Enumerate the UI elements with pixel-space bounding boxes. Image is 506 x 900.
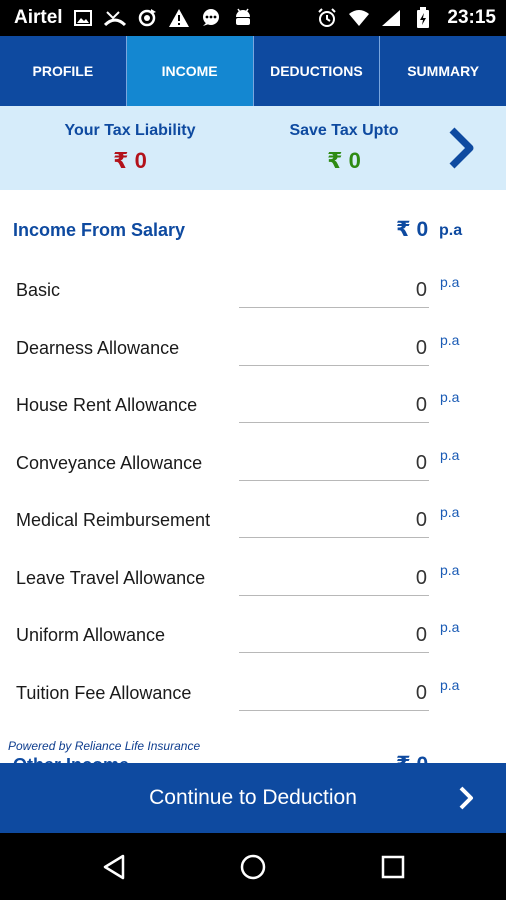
tab-income[interactable]: INCOME — [126, 36, 254, 106]
row-unit: p.a — [440, 562, 460, 578]
chevron-right-icon — [458, 786, 474, 810]
row-unit: p.a — [440, 389, 460, 405]
row-label: Uniform Allowance — [16, 625, 166, 645]
tuition-fee-allowance-input[interactable] — [239, 677, 429, 711]
row-label: House Rent Allowance — [16, 395, 198, 415]
signal-icon — [379, 6, 403, 30]
dearness-allowance-input[interactable] — [239, 332, 429, 366]
chat-icon — [199, 6, 223, 30]
recents-icon[interactable] — [377, 851, 409, 883]
missed-call-icon — [103, 6, 127, 30]
tax-summary-panel: Your Tax Liability ₹ 0 Save Tax Upto ₹ 0 — [0, 106, 506, 190]
save-tax: Save Tax Upto ₹ 0 — [256, 122, 432, 174]
row-label: Medical Reimbursement — [16, 510, 211, 530]
row-unit: p.a — [440, 447, 460, 463]
sync-icon — [135, 6, 159, 30]
tab-profile[interactable]: PROFILE — [0, 36, 127, 106]
tab-summary[interactable]: SUMMARY — [380, 36, 506, 106]
tax-liability-label: Your Tax Liability — [64, 122, 196, 139]
row-label: Conveyance Allowance — [16, 453, 203, 473]
row-unit: p.a — [440, 619, 460, 635]
income-row-lta: Leave Travel Allowance p.a — [0, 558, 506, 604]
tab-deductions[interactable]: DEDUCTIONS — [253, 36, 381, 106]
leave-travel-allowance-input[interactable] — [239, 562, 429, 596]
carrier-name: Airtel — [14, 7, 63, 28]
income-row-conveyance: Conveyance Allowance p.a — [0, 443, 506, 489]
tax-liability-value: ₹ 0 — [113, 148, 147, 173]
continue-button-label: Continue to Deduction — [149, 786, 357, 809]
row-label: Tuition Fee Allowance — [16, 683, 192, 703]
income-row-dearness: Dearness Allowance p.a — [0, 328, 506, 374]
continue-to-deduction-button[interactable]: Continue to Deduction — [0, 763, 506, 833]
wifi-icon — [347, 6, 371, 30]
basic-input[interactable] — [239, 274, 429, 308]
house-rent-allowance-input[interactable] — [239, 389, 429, 423]
powered-by-text: Powered by Reliance Life Insurance — [8, 739, 201, 753]
back-icon[interactable] — [98, 851, 130, 883]
android-icon — [231, 6, 255, 30]
clock: 23:15 — [447, 7, 496, 28]
row-unit: p.a — [440, 274, 460, 290]
save-tax-label: Save Tax Upto — [289, 122, 399, 139]
tax-liability: Your Tax Liability ₹ 0 — [40, 122, 220, 174]
row-label: Basic — [16, 280, 61, 300]
image-icon — [71, 6, 95, 30]
income-row-hra: House Rent Allowance p.a — [0, 385, 506, 431]
income-row-basic: Basic p.a — [0, 270, 506, 316]
uniform-allowance-input[interactable] — [239, 619, 429, 653]
navigation-bar — [0, 833, 506, 900]
salary-section-header: Income From Salary ₹ 0 p.a — [0, 212, 506, 252]
income-row-tuition: Tuition Fee Allowance p.a — [0, 673, 506, 719]
warning-icon — [167, 6, 191, 30]
salary-unit: p.a — [439, 222, 463, 239]
medical-reimbursement-input[interactable] — [239, 504, 429, 538]
income-row-uniform: Uniform Allowance p.a — [0, 615, 506, 661]
row-label: Leave Travel Allowance — [16, 568, 206, 588]
save-tax-value: ₹ 0 — [327, 148, 361, 173]
battery-icon — [411, 6, 435, 30]
chevron-right-icon[interactable] — [446, 126, 476, 170]
row-label: Dearness Allowance — [16, 338, 180, 358]
income-row-medical: Medical Reimbursement p.a — [0, 500, 506, 546]
row-unit: p.a — [440, 332, 460, 348]
salary-total: ₹ 0 — [396, 218, 429, 241]
status-bar: Airtel 23:15 — [0, 0, 506, 36]
home-icon[interactable] — [237, 851, 269, 883]
row-unit: p.a — [440, 677, 460, 693]
row-unit: p.a — [440, 504, 460, 520]
salary-title: Income From Salary — [13, 220, 186, 240]
alarm-icon — [315, 6, 339, 30]
conveyance-allowance-input[interactable] — [239, 447, 429, 481]
tab-bar: PROFILE INCOME DEDUCTIONS SUMMARY — [0, 36, 506, 106]
